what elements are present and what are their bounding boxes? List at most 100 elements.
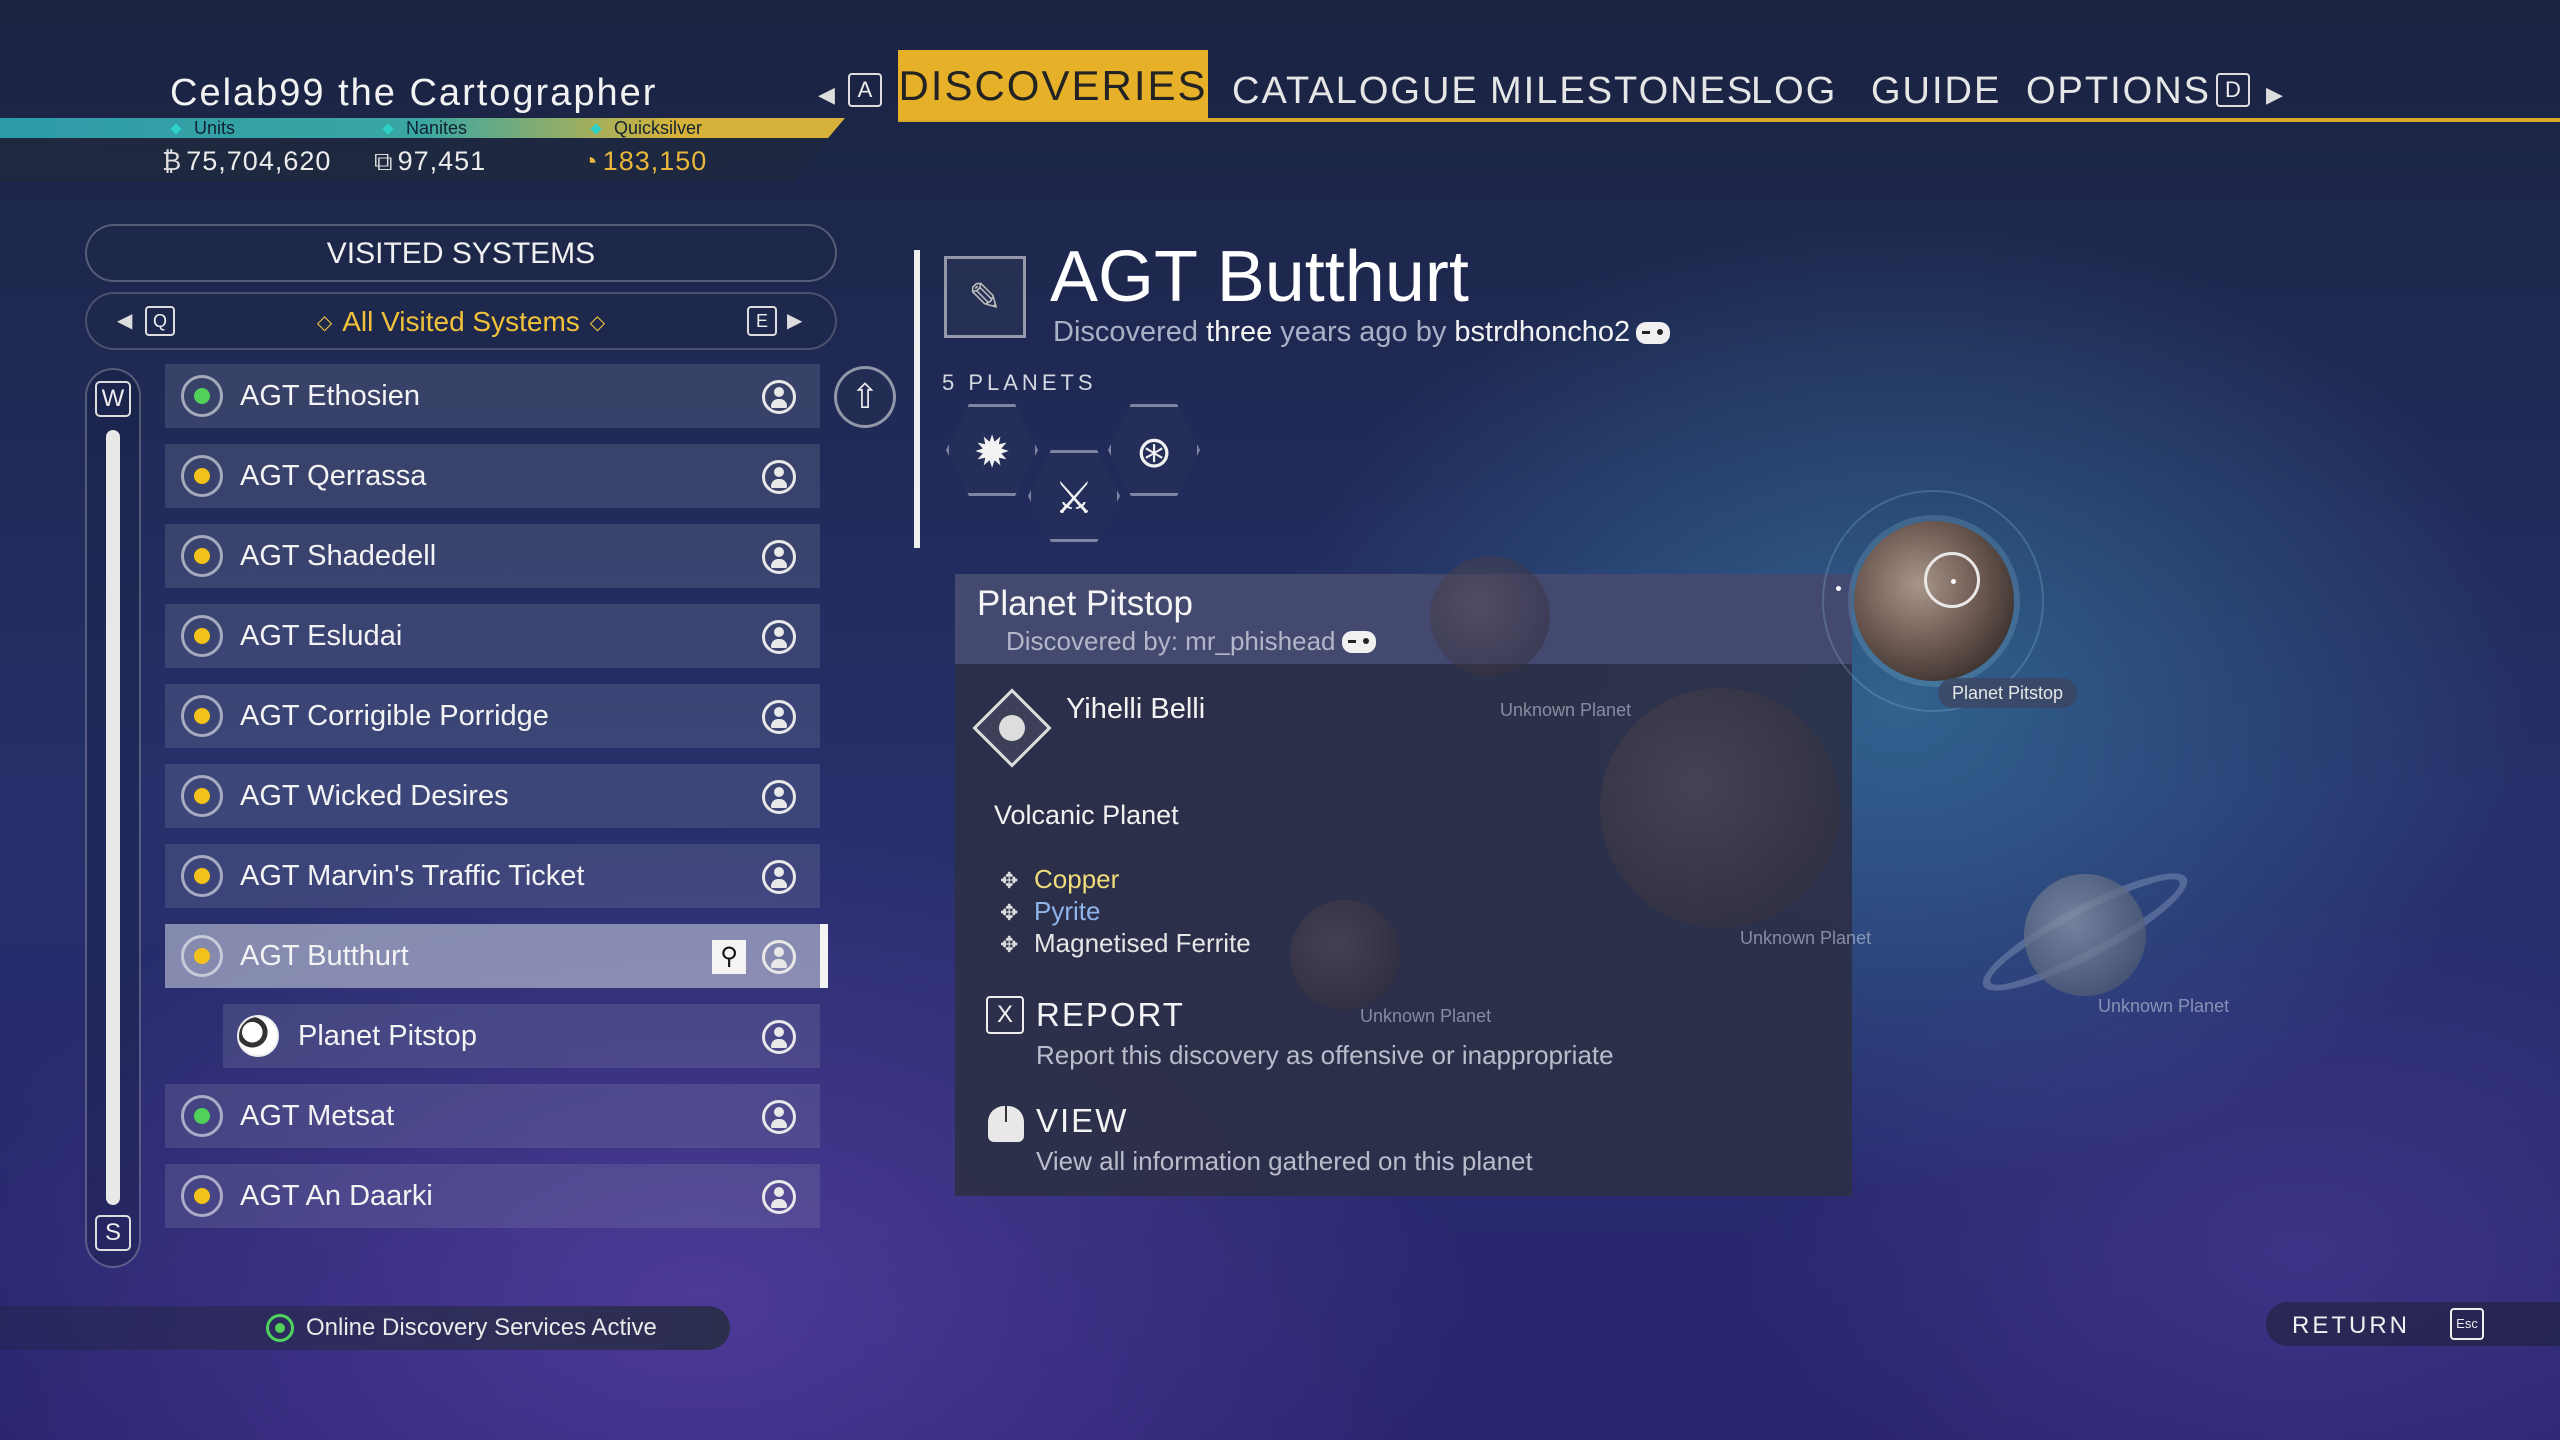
unknown-planet[interactable] [1600, 688, 1840, 928]
planet-discovered-by: Discovered by: mr_phishead [1006, 626, 1376, 657]
gamepad-icon [1341, 631, 1376, 653]
system-name: AGT Corrigible Porridge [240, 700, 549, 732]
nanites-label: Nanites [382, 118, 467, 138]
nav-next-arrow-icon[interactable]: ▶ [2266, 82, 2283, 108]
online-status-text: Online Discovery Services Active [306, 1314, 657, 1341]
system-name: AGT Esludai [240, 620, 403, 652]
system-name: AGT Qerrassa [240, 460, 427, 492]
quicksilver-label: Quicksilver [590, 118, 702, 138]
filter-bar[interactable]: ◀ Q ◇ All Visited Systems ◇ E ▶ [85, 292, 837, 350]
mouse-icon [988, 1106, 1024, 1142]
upload-button[interactable]: ⇧ [834, 366, 896, 428]
tab-catalogue[interactable]: CATALOGUE [1232, 70, 1479, 113]
system-title: AGT Butthurt [1050, 237, 1469, 317]
planet-hex-1[interactable]: ✹ [946, 404, 1038, 496]
ringed-planet[interactable] [2024, 874, 2146, 996]
system-name: AGT Wicked Desires [240, 780, 509, 812]
scrollbar-thumb[interactable] [106, 430, 120, 1205]
quicksilver-value: ◔ 183,150 [582, 146, 708, 176]
system-row[interactable]: AGT Esludai [165, 604, 820, 668]
system-row[interactable]: AGT Corrigible Porridge [165, 684, 820, 748]
region-name: Yihelli Belli [1066, 693, 1206, 725]
system-row[interactable]: AGT Qerrassa [165, 444, 820, 508]
filter-label: ◇ All Visited Systems ◇ [316, 306, 606, 337]
star-icon [181, 615, 223, 657]
tab-options[interactable]: OPTIONS [2026, 70, 2211, 113]
system-row[interactable]: AGT Ethosien [165, 364, 820, 428]
units-icon: ₿ [162, 146, 183, 176]
scroll-down-key[interactable]: S [95, 1215, 131, 1251]
resource-item: ✥ Copper [1000, 864, 1120, 894]
visited-systems-header: VISITED SYSTEMS [85, 224, 837, 282]
user-icon [762, 700, 796, 734]
user-icon [762, 540, 796, 574]
user-icon [762, 860, 796, 894]
planet-row-name: Planet Pitstop [298, 1020, 477, 1052]
tab-log[interactable]: LOG [1751, 70, 1837, 113]
system-row[interactable]: AGT Shadedell [165, 524, 820, 588]
star-icon [181, 935, 223, 977]
system-row[interactable]: AGT An Daarki [165, 1164, 820, 1228]
nav-prev-key[interactable]: A [848, 73, 882, 107]
nav-next-key[interactable]: D [2216, 73, 2250, 107]
system-name: AGT Shadedell [240, 540, 437, 572]
star-icon [181, 375, 223, 417]
system-row[interactable]: AGT Wicked Desires [165, 764, 820, 828]
report-action[interactable]: REPORT [1036, 996, 1185, 1034]
star-icon [181, 695, 223, 737]
star-icon [181, 1095, 223, 1137]
resource-item: ✥ Magnetised Ferrite [1000, 928, 1251, 958]
filter-next-key[interactable]: E [747, 306, 777, 336]
tab-milestones[interactable]: MILESTONES [1490, 70, 1754, 113]
planet-row[interactable]: Planet Pitstop [223, 1004, 820, 1068]
filter-next-arrow-icon[interactable]: ▶ [787, 308, 802, 333]
target-reticle-icon [1924, 552, 1980, 608]
star-icon [181, 455, 223, 497]
system-discovered-by: Discovered three years ago by bstrdhonch… [1053, 316, 1671, 349]
user-icon [762, 1100, 796, 1134]
divider-line [914, 250, 920, 548]
unknown-planet-label: Unknown Planet [2098, 996, 2230, 1016]
unknown-planet-label: Unknown Planet [1360, 1006, 1492, 1026]
user-icon [762, 1180, 796, 1214]
selection-marker [820, 924, 828, 988]
esc-key[interactable]: Esc [2450, 1308, 2484, 1340]
star-icon [181, 1175, 223, 1217]
planet-hex-3[interactable]: ⊛ [1108, 404, 1200, 496]
tab-discoveries[interactable]: DISCOVERIES [898, 50, 1208, 120]
system-name: AGT Marvin's Traffic Ticket [240, 860, 585, 892]
unknown-planet-label: Unknown Planet [1740, 928, 1872, 948]
resource-item: ✥ Pyrite [1000, 896, 1101, 926]
resource-icon: ✥ [1000, 900, 1019, 925]
planet-hex-2[interactable]: ⚔ [1028, 450, 1120, 542]
view-description: View all information gathered on this pl… [1036, 1146, 1533, 1176]
unknown-planet-label: Unknown Planet [1500, 700, 1632, 720]
rename-button[interactable]: ✎ [944, 256, 1026, 338]
return-button[interactable]: RETURN [2292, 1312, 2410, 1340]
online-status-icon [266, 1314, 294, 1342]
units-label: Units [170, 118, 235, 138]
nanites-value: ⧉ 97,451 [374, 146, 487, 176]
unknown-planet[interactable] [1290, 900, 1400, 1010]
system-row-selected[interactable]: AGT Butthurt ⚲ [165, 924, 828, 988]
user-icon [762, 460, 796, 494]
system-name: AGT An Daarki [240, 1180, 433, 1212]
eye-planet-icon: ⊛ [1135, 428, 1173, 477]
planet-name: Planet Pitstop [977, 584, 1193, 623]
user-icon [762, 380, 796, 414]
view-action[interactable]: VIEW [1036, 1102, 1128, 1140]
gamepad-icon [1636, 322, 1671, 344]
user-icon [762, 1020, 796, 1054]
tab-guide[interactable]: GUIDE [1871, 70, 2001, 113]
resource-icon: ✥ [1000, 932, 1019, 957]
nav-prev-arrow-icon[interactable]: ◀ [818, 82, 835, 108]
system-row[interactable]: AGT Marvin's Traffic Ticket [165, 844, 820, 908]
units-value: ₿ 75,704,620 [162, 146, 332, 176]
system-row[interactable]: AGT Metsat [165, 1084, 820, 1148]
diamond-left-icon: ◇ [316, 312, 333, 334]
unknown-planet[interactable] [1430, 556, 1550, 676]
selected-planet-label: Planet Pitstop [1938, 678, 2078, 708]
report-key[interactable]: X [986, 996, 1024, 1034]
scroll-up-key[interactable]: W [95, 381, 131, 417]
nanites-icon: ⧉ [374, 146, 394, 176]
